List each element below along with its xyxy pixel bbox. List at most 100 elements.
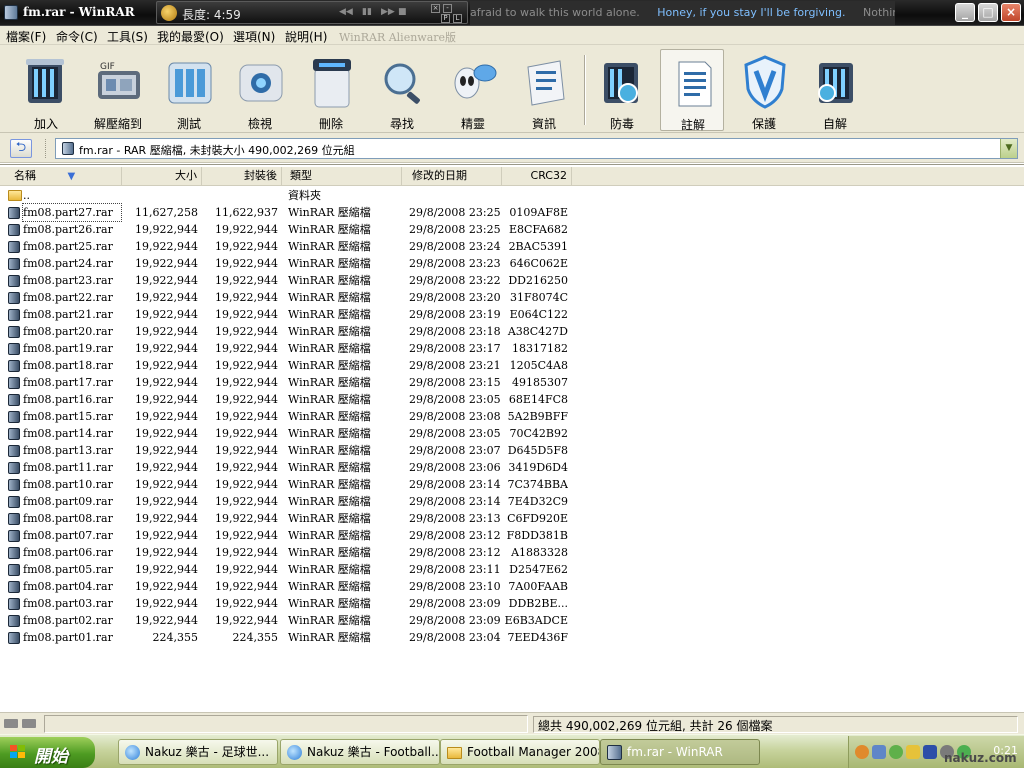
table-row[interactable]: fm08.part17.rar 19,922,944 19,922,944 WinRA… bbox=[0, 374, 1024, 391]
close-button[interactable]: × bbox=[1001, 3, 1021, 22]
wizard-button[interactable]: 精靈 bbox=[441, 49, 505, 131]
cell-type: WinRAR 壓縮檔 bbox=[288, 393, 371, 406]
taskbar-item-nakuz-1[interactable]: Nakuz 樂古 - 足球世... bbox=[118, 739, 278, 765]
extract-to-button[interactable]: GIF 解壓縮到 bbox=[86, 49, 150, 131]
drive-icon[interactable] bbox=[4, 719, 18, 728]
antivirus-icon[interactable] bbox=[923, 745, 937, 759]
table-row[interactable]: fm08.part26.rar 19,922,944 19,922,944 WinRA… bbox=[0, 221, 1024, 238]
cell-name: fm08.part18.rar bbox=[23, 359, 113, 372]
column-type[interactable]: 類型 bbox=[282, 167, 402, 185]
address-combo[interactable]: fm.rar - RAR 壓縮檔, 未封裝大小 490,002,269 位元組 … bbox=[55, 138, 1018, 159]
title-bar[interactable]: fm.rar - WinRAR 長度: 4:59 ◀◀ ▮▮ ▶▶ ■ × - … bbox=[0, 0, 1024, 26]
table-row[interactable]: fm08.part22.rar 19,922,944 19,922,944 WinRA… bbox=[0, 289, 1024, 306]
menu-options[interactable]: 選項(N) bbox=[233, 28, 275, 45]
table-row[interactable]: fm08.part03.rar 19,922,944 19,922,944 WinRA… bbox=[0, 595, 1024, 612]
column-modified[interactable]: 修改的日期 bbox=[402, 167, 502, 185]
view-button[interactable]: 檢視 bbox=[228, 49, 292, 131]
table-row[interactable]: fm08.part09.rar 19,922,944 19,922,944 WinRA… bbox=[0, 493, 1024, 510]
table-row[interactable]: fm08.part19.rar 19,922,944 19,922,944 WinRA… bbox=[0, 340, 1024, 357]
menu-tools[interactable]: 工具(S) bbox=[107, 28, 148, 45]
pause-icon[interactable]: ▮▮ bbox=[362, 7, 372, 17]
media-playlist-icon[interactable]: P bbox=[441, 14, 450, 23]
protect-button[interactable]: 保護 bbox=[732, 49, 796, 131]
up-one-level-button[interactable]: ⮌ bbox=[10, 139, 32, 158]
previous-track-icon[interactable]: ◀◀ bbox=[339, 7, 353, 17]
menu-commands[interactable]: 命令(C) bbox=[56, 28, 98, 45]
table-row[interactable]: fm08.part07.rar 19,922,944 19,922,944 WinRA… bbox=[0, 527, 1024, 544]
cell-name: fm08.part22.rar bbox=[23, 291, 113, 304]
table-row[interactable]: fm08.part01.rar 224,355 224,355 WinRAR 壓縮檔 2… bbox=[0, 629, 1024, 646]
media-mini-close-icon[interactable]: × bbox=[431, 4, 440, 13]
file-list[interactable]: 名稱 ▼ 大小 封裝後 類型 修改的日期 CRC32 .. 資料夾 fm08.par… bbox=[0, 164, 1024, 712]
messenger-icon[interactable] bbox=[889, 745, 903, 759]
cell-size: 224,355 bbox=[152, 631, 199, 644]
menu-help[interactable]: 說明(H) bbox=[285, 28, 327, 45]
address-dropdown-button[interactable]: ▼ bbox=[1000, 139, 1017, 158]
minimize-button[interactable]: _ bbox=[955, 3, 975, 22]
column-packed[interactable]: 封裝後 bbox=[202, 167, 282, 185]
column-name[interactable]: 名稱 ▼ bbox=[0, 167, 122, 185]
virus-scan-label: 防毒 bbox=[609, 117, 634, 131]
cell-modified: 29/8/2008 23:08 bbox=[409, 410, 501, 423]
cell-name: fm08.part27.rar bbox=[22, 203, 122, 222]
table-row[interactable]: fm08.part20.rar 19,922,944 19,922,944 WinRA… bbox=[0, 323, 1024, 340]
delete-button[interactable]: 刪除 bbox=[299, 49, 363, 131]
cell-type: WinRAR 壓縮檔 bbox=[288, 597, 371, 610]
table-row[interactable]: fm08.part02.rar 19,922,944 19,922,944 WinRA… bbox=[0, 612, 1024, 629]
next-track-icon[interactable]: ▶▶ bbox=[381, 7, 395, 17]
table-row[interactable]: fm08.part05.rar 19,922,944 19,922,944 WinRA… bbox=[0, 561, 1024, 578]
table-row[interactable]: fm08.part21.rar 19,922,944 19,922,944 WinRA… bbox=[0, 306, 1024, 323]
table-row[interactable]: fm08.part16.rar 19,922,944 19,922,944 WinRA… bbox=[0, 391, 1024, 408]
column-crc[interactable]: CRC32 bbox=[502, 167, 572, 185]
table-row[interactable]: fm08.part23.rar 19,922,944 19,922,944 WinRA… bbox=[0, 272, 1024, 289]
cell-packed: 19,922,944 bbox=[215, 546, 278, 559]
test-button[interactable]: 測試 bbox=[157, 49, 221, 131]
cell-type: 資料夾 bbox=[288, 189, 321, 202]
media-player-widget[interactable]: 長度: 4:59 ◀◀ ▮▮ ▶▶ ■ × - P L bbox=[156, 1, 468, 24]
column-size[interactable]: 大小 bbox=[122, 167, 202, 185]
table-row[interactable]: fm08.part27.rar 11,627,258 11,622,937 WinRA… bbox=[0, 203, 1024, 222]
table-row[interactable]: fm08.part18.rar 19,922,944 19,922,944 WinRA… bbox=[0, 357, 1024, 374]
table-row[interactable]: fm08.part15.rar 19,922,944 19,922,944 WinRA… bbox=[0, 408, 1024, 425]
table-row[interactable]: fm08.part14.rar 19,922,944 19,922,944 WinRA… bbox=[0, 425, 1024, 442]
cell-packed: 19,922,944 bbox=[215, 274, 278, 287]
media-mini-minimize-icon[interactable]: - bbox=[443, 4, 452, 13]
find-button[interactable]: 尋找 bbox=[370, 49, 434, 131]
table-row[interactable]: fm08.part11.rar 19,922,944 19,922,944 WinRA… bbox=[0, 459, 1024, 476]
parent-folder-row[interactable]: .. 資料夾 bbox=[0, 187, 1024, 204]
table-row[interactable]: fm08.part06.rar 19,922,944 19,922,944 WinRA… bbox=[0, 544, 1024, 561]
table-row[interactable]: fm08.part13.rar 19,922,944 19,922,944 WinRA… bbox=[0, 442, 1024, 459]
cell-crc: E8CFA682 bbox=[508, 223, 568, 236]
info-button[interactable]: 資訊 bbox=[512, 49, 576, 131]
taskbar-item-label: Nakuz 樂古 - 足球世... bbox=[145, 745, 270, 759]
table-row[interactable]: fm08.part10.rar 19,922,944 19,922,944 WinRA… bbox=[0, 476, 1024, 493]
start-button[interactable]: 開始 bbox=[0, 737, 95, 768]
virus-scan-button[interactable]: 防毒 bbox=[590, 49, 654, 131]
taskbar-item-football-manager[interactable]: Football Manager 2008 bbox=[440, 739, 600, 765]
headset-icon[interactable] bbox=[855, 745, 869, 759]
media-lyrics-icon[interactable]: L bbox=[453, 14, 462, 23]
maximize-button[interactable]: □ bbox=[978, 3, 998, 22]
network-icon[interactable] bbox=[872, 745, 886, 759]
taskbar-item-winrar[interactable]: fm.rar - WinRAR bbox=[600, 739, 760, 765]
menu-file[interactable]: 檔案(F) bbox=[6, 28, 46, 45]
sfx-button[interactable]: 自解 bbox=[803, 49, 867, 131]
stop-icon[interactable]: ■ bbox=[398, 7, 407, 17]
column-type-label: 類型 bbox=[290, 169, 312, 182]
add-button[interactable]: 加入 bbox=[14, 49, 78, 131]
table-row[interactable]: fm08.part25.rar 19,922,944 19,922,944 WinRA… bbox=[0, 238, 1024, 255]
folder-icon bbox=[8, 190, 22, 201]
winrar-app-icon[interactable] bbox=[4, 5, 18, 20]
table-row[interactable]: fm08.part04.rar 19,922,944 19,922,944 WinRA… bbox=[0, 578, 1024, 595]
shield-icon[interactable] bbox=[906, 745, 920, 759]
rar-file-icon bbox=[8, 241, 20, 253]
key-icon[interactable] bbox=[22, 719, 36, 728]
table-row[interactable]: fm08.part24.rar 19,922,944 19,922,944 WinRA… bbox=[0, 255, 1024, 272]
table-row[interactable]: fm08.part08.rar 19,922,944 19,922,944 WinRA… bbox=[0, 510, 1024, 527]
status-icons bbox=[4, 717, 40, 731]
taskbar-item-nakuz-2[interactable]: Nakuz 樂古 - Football... bbox=[280, 739, 440, 765]
cell-name: fm08.part05.rar bbox=[23, 563, 113, 576]
cell-packed: 19,922,944 bbox=[215, 240, 278, 253]
comment-button[interactable]: 註解 bbox=[660, 49, 724, 132]
menu-favorites[interactable]: 我的最愛(O) bbox=[157, 28, 224, 45]
